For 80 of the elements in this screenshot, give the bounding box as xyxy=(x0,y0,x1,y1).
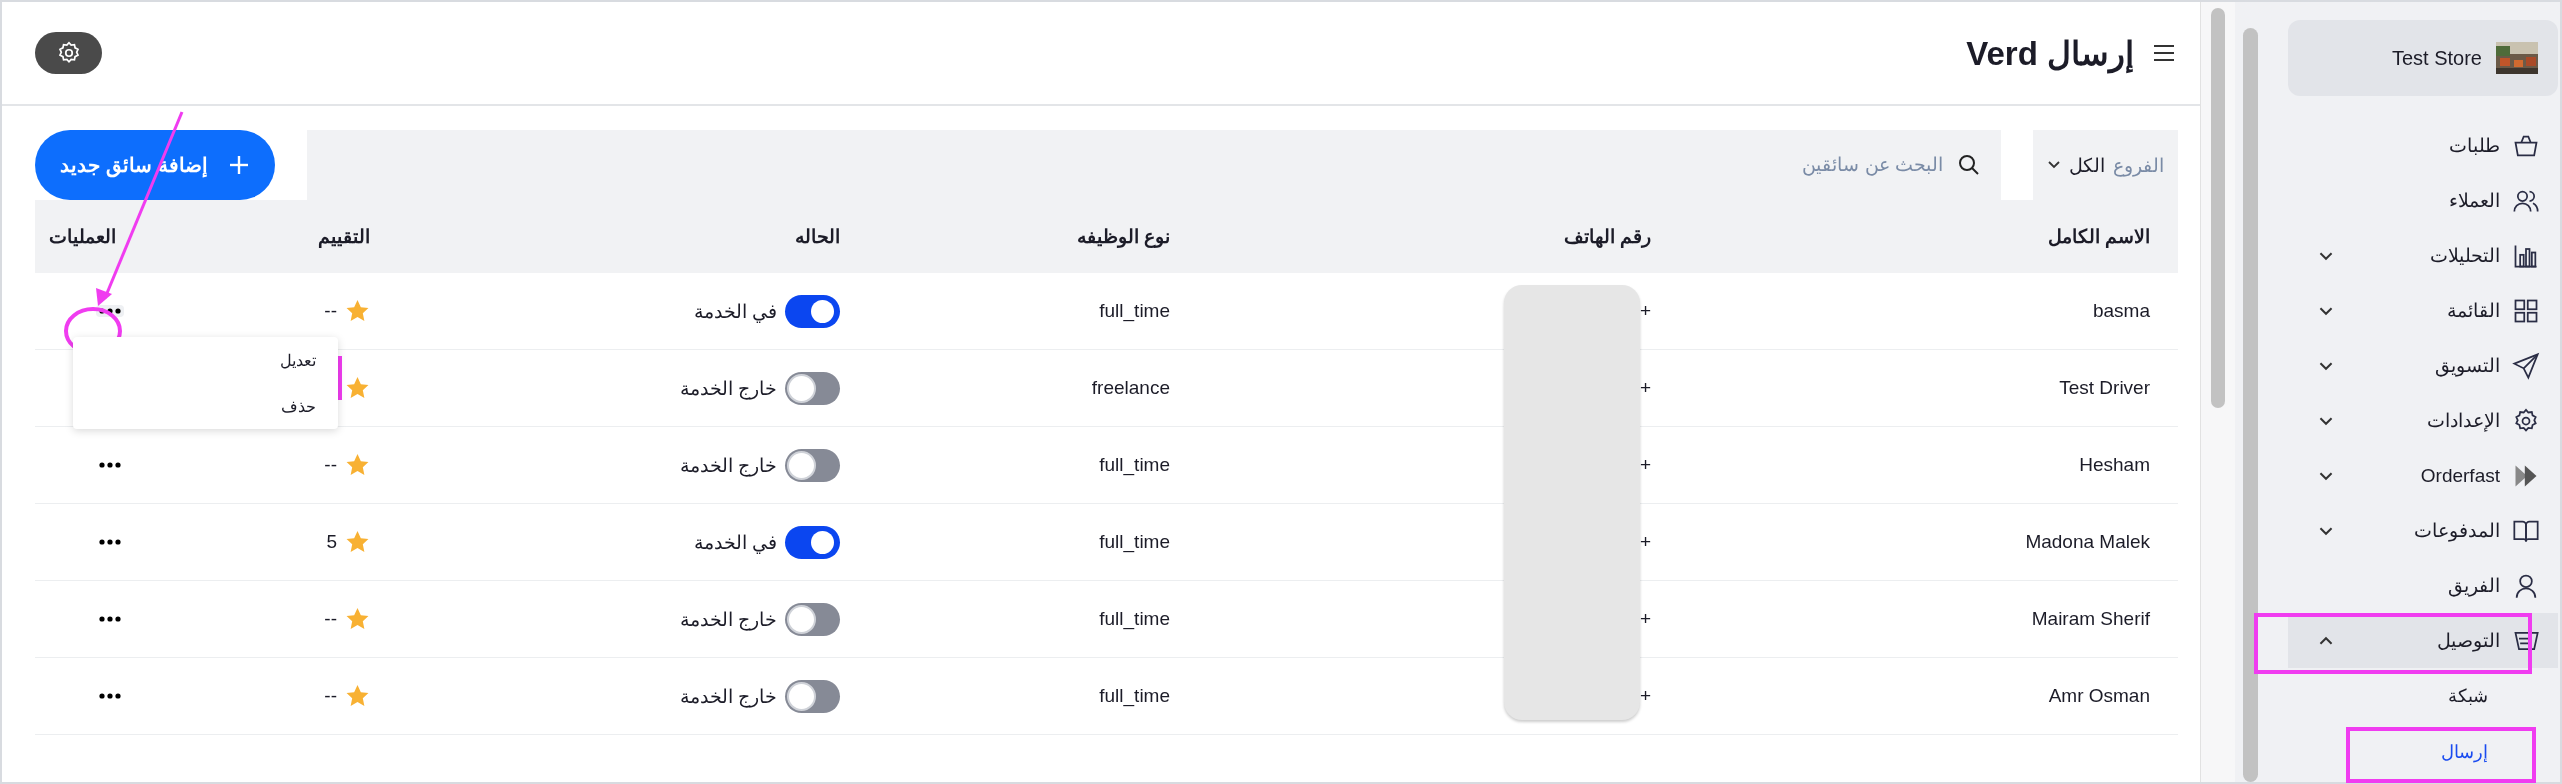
rating-value: -- xyxy=(324,300,337,322)
job-type: full_time xyxy=(1099,608,1170,630)
star-icon xyxy=(345,299,370,323)
star-icon xyxy=(345,530,370,554)
job-type: full_time xyxy=(1099,531,1170,553)
job-type: full_time xyxy=(1099,685,1170,707)
search-icon xyxy=(1957,153,1981,177)
status-toggle[interactable] xyxy=(785,448,840,482)
more-icon[interactable] xyxy=(96,536,124,548)
sidebar-item[interactable]: التحليلات xyxy=(2288,228,2558,283)
menu-icon[interactable] xyxy=(2152,43,2176,63)
rating-value: -- xyxy=(324,454,337,476)
driver-name: Hesham xyxy=(2079,454,2150,476)
store-name: Test Store xyxy=(2391,46,2482,70)
sidebar-subitem[interactable]: شبكة xyxy=(2448,685,2488,707)
status-label: في الخدمة xyxy=(693,530,777,554)
store-switcher[interactable]: Test Store xyxy=(2288,20,2558,96)
sidebar-item[interactable]: الإعدادات xyxy=(2288,393,2558,448)
driver-name: Amr Osman xyxy=(2048,685,2150,707)
scrollbar[interactable] xyxy=(2243,28,2258,782)
sidebar-item[interactable]: التوصيل xyxy=(2288,613,2558,668)
job-type: full_time xyxy=(1099,300,1170,322)
status-toggle[interactable] xyxy=(785,294,840,328)
sidebar-item[interactable]: العملاء xyxy=(2288,173,2558,228)
more-icon[interactable] xyxy=(96,690,124,702)
rating-value: -- xyxy=(324,685,337,707)
plus-icon xyxy=(227,154,250,176)
job-type: freelance xyxy=(1091,377,1170,399)
job-type: full_time xyxy=(1099,454,1170,476)
status-label: خارج الخدمة xyxy=(679,376,777,400)
phone-number: + xyxy=(1639,300,1651,322)
phone-number: + xyxy=(1639,608,1651,630)
driver-name: Test Driver xyxy=(2059,377,2150,399)
driver-name: basma xyxy=(2092,300,2150,322)
column-header: الاسم الكامل xyxy=(2047,225,2150,248)
sidebar-item[interactable]: Orderfast xyxy=(2288,448,2558,503)
status-label: خارج الخدمة xyxy=(679,453,777,477)
star-icon xyxy=(345,453,370,477)
more-icon[interactable] xyxy=(96,613,124,625)
status-toggle[interactable] xyxy=(785,525,840,559)
phone-number: + xyxy=(1639,531,1651,553)
sidebar-item[interactable]: طلبات xyxy=(2288,118,2558,173)
rating-value: 5 xyxy=(326,531,337,553)
driver-name: Madona Malek xyxy=(2025,531,2150,553)
status-label: في الخدمة xyxy=(693,299,777,323)
driver-name: Mairam Sherif xyxy=(2031,608,2150,630)
phone-number: + xyxy=(1639,377,1651,399)
phone-number: + xyxy=(1639,454,1651,476)
column-header: نوع الوظيفه xyxy=(1076,225,1170,248)
sidebar-item[interactable]: الفريق xyxy=(2288,558,2558,613)
sidebar-item[interactable]: التسويق xyxy=(2288,338,2558,393)
column-header: التقييم xyxy=(318,225,370,248)
settings-button[interactable] xyxy=(35,32,102,74)
sidebar-item[interactable]: القائمة xyxy=(2288,283,2558,338)
filter-label: الفروع xyxy=(2113,153,2164,177)
phone-number: + xyxy=(1639,685,1651,707)
sidebar-item[interactable]: المدفوعات xyxy=(2288,503,2558,558)
page-title: إرسال Verd xyxy=(1966,33,2134,73)
star-icon xyxy=(345,376,370,400)
column-header: الحاله xyxy=(795,225,840,248)
status-toggle[interactable] xyxy=(785,679,840,713)
status-toggle[interactable] xyxy=(785,371,840,405)
filter-value: الكل xyxy=(2069,153,2105,177)
rating-value: -- xyxy=(324,608,337,630)
chevron-down-icon xyxy=(2047,160,2061,170)
more-icon[interactable] xyxy=(96,459,124,471)
status-label: خارج الخدمة xyxy=(679,684,777,708)
menu-item[interactable]: حذف xyxy=(73,383,338,429)
sidebar-subitem[interactable]: إرسال xyxy=(2441,741,2488,763)
star-icon xyxy=(345,684,370,708)
status-toggle[interactable] xyxy=(785,602,840,636)
branch-filter[interactable]: الفروع الكل xyxy=(2033,130,2178,200)
scrollbar[interactable] xyxy=(2210,8,2225,408)
status-label: خارج الخدمة xyxy=(679,607,777,631)
send-icon xyxy=(2512,351,2540,380)
column-header: العمليات xyxy=(49,225,116,248)
search-field[interactable]: البحث عن سائقين xyxy=(307,130,2001,200)
menu-item[interactable]: تعديل xyxy=(73,337,338,383)
column-header: رقم الهاتف xyxy=(1563,225,1651,248)
star-icon xyxy=(345,607,370,631)
